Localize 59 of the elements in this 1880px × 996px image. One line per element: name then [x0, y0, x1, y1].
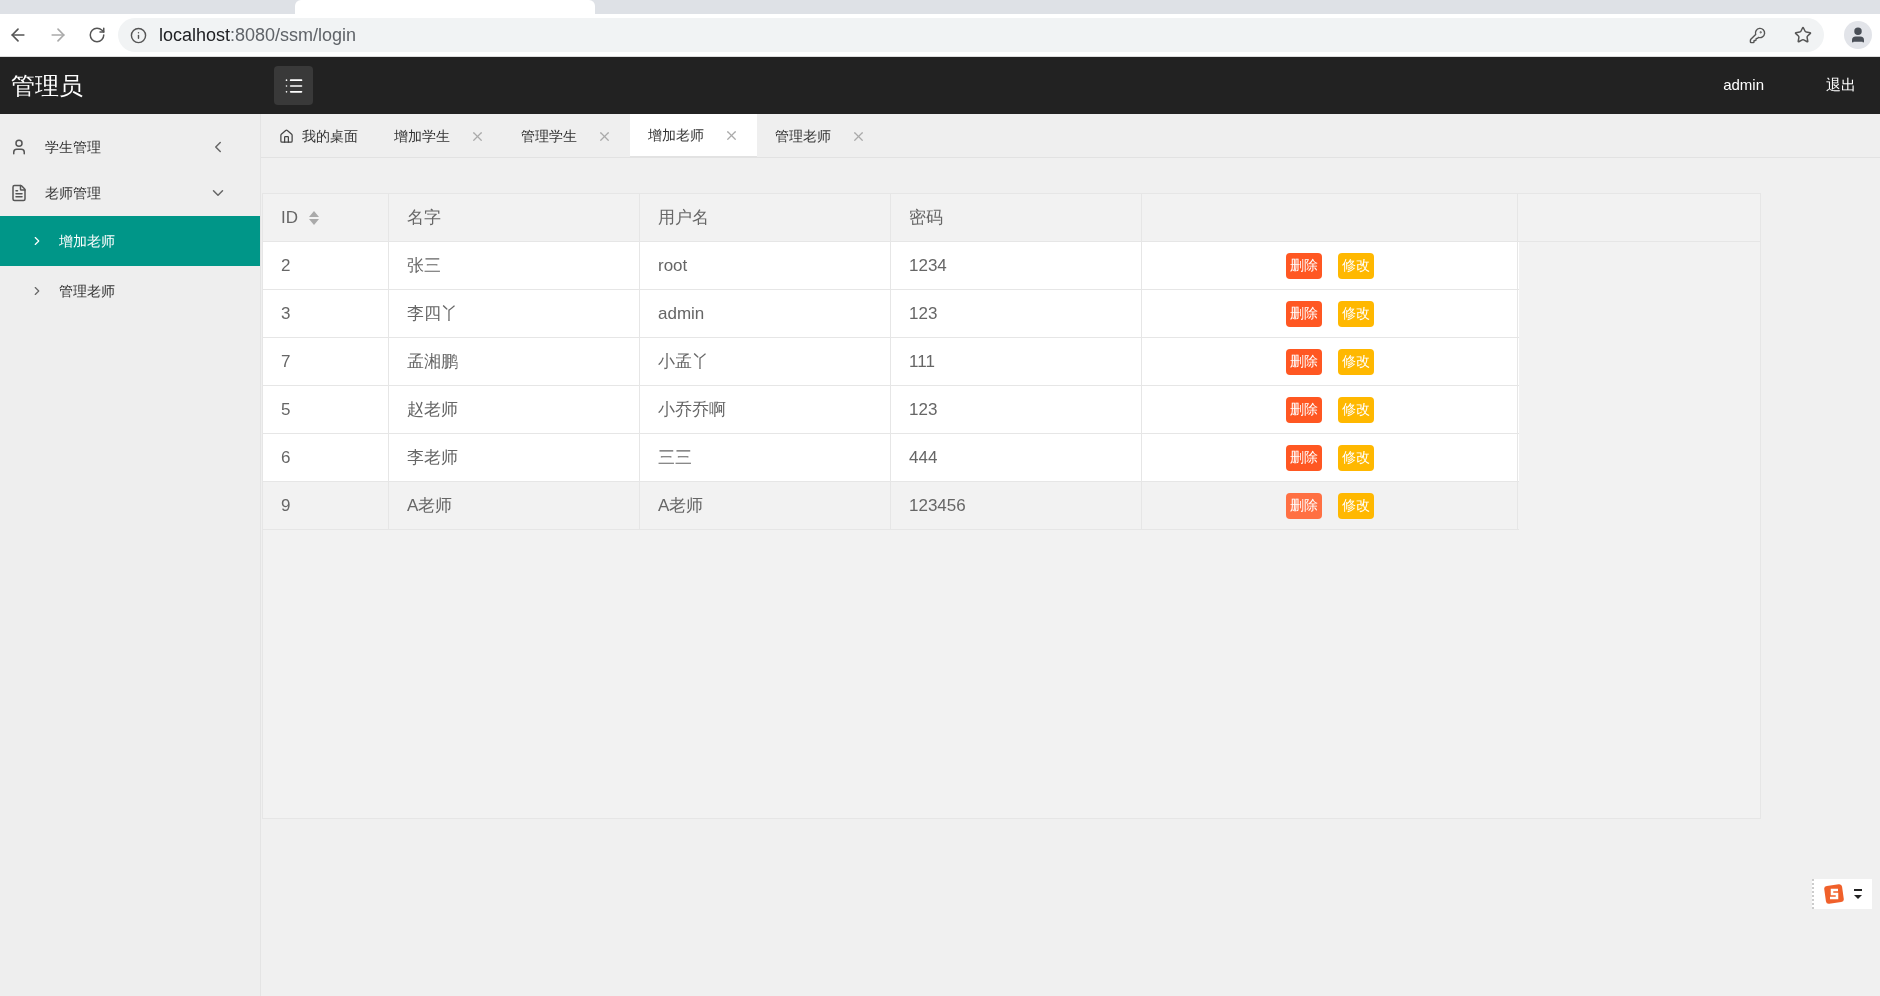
- menu-toggle-button[interactable]: [274, 66, 313, 105]
- key-icon[interactable]: [1749, 26, 1766, 44]
- table-cell: 2: [263, 242, 389, 289]
- app-title: 管理员: [11, 70, 84, 101]
- user-icon: [10, 138, 28, 156]
- delete-button[interactable]: 删除: [1285, 300, 1322, 327]
- page-tab[interactable]: 增加学生: [376, 114, 503, 158]
- url-text: localhost:8080/ssm/login: [159, 23, 357, 47]
- table-cell: 李四丫: [389, 290, 640, 337]
- column-header: 密码: [891, 194, 1142, 241]
- column-header[interactable]: ID: [263, 194, 389, 241]
- table-cell: 张三: [389, 242, 640, 289]
- sidebar-subitem[interactable]: 增加老师: [0, 216, 260, 266]
- table-cell: 三三: [640, 434, 891, 481]
- table-cell: root: [640, 242, 891, 289]
- table-cell: 5: [263, 386, 389, 433]
- delete-button[interactable]: 删除: [1285, 492, 1322, 519]
- delete-button[interactable]: 删除: [1285, 252, 1322, 279]
- profile-avatar[interactable]: [1844, 21, 1872, 49]
- document-icon: [10, 184, 28, 202]
- delete-button[interactable]: 删除: [1285, 348, 1322, 375]
- star-icon[interactable]: [1794, 26, 1812, 44]
- reload-icon[interactable]: [88, 26, 106, 44]
- table-cell: 6: [263, 434, 389, 481]
- table-cell: 123: [891, 290, 1142, 337]
- sidebar-item[interactable]: 学生管理: [0, 124, 260, 170]
- table-cell: 1234: [891, 242, 1142, 289]
- table-cell: 赵老师: [389, 386, 640, 433]
- table-cell: 3: [263, 290, 389, 337]
- column-header: 名字: [389, 194, 640, 241]
- table-cell: A老师: [640, 482, 891, 529]
- table-cell: admin: [640, 290, 891, 337]
- table-cell: 123456: [891, 482, 1142, 529]
- table-cell: 123: [891, 386, 1142, 433]
- page-tab[interactable]: 管理老师: [757, 114, 884, 158]
- logout-link[interactable]: 退出: [1826, 74, 1856, 97]
- table-cell: 小孟丫: [640, 338, 891, 385]
- table-cell: 李老师: [389, 434, 640, 481]
- column-header: 用户名: [640, 194, 891, 241]
- table-cell: 9: [263, 482, 389, 529]
- sidebar-subitem[interactable]: 管理老师: [0, 266, 260, 316]
- table-cell: 7: [263, 338, 389, 385]
- page-tab[interactable]: 增加老师: [630, 114, 757, 158]
- sidebar-item[interactable]: 老师管理: [0, 170, 260, 216]
- table-cell: 111: [891, 338, 1142, 385]
- table-cell: 444: [891, 434, 1142, 481]
- page-tab[interactable]: 管理学生: [503, 114, 630, 158]
- table-cell: 小乔乔啊: [640, 386, 891, 433]
- ime-logo-icon: [1824, 884, 1844, 904]
- dropdown-arrows-icon[interactable]: [1854, 887, 1862, 901]
- page-tab[interactable]: 我的桌面: [261, 114, 376, 158]
- delete-button[interactable]: 删除: [1285, 396, 1322, 423]
- delete-button[interactable]: 删除: [1285, 444, 1322, 471]
- address-bar[interactable]: localhost:8080/ssm/login: [118, 18, 1824, 52]
- username-link[interactable]: admin: [1723, 74, 1764, 97]
- info-icon[interactable]: [130, 26, 147, 44]
- home-icon: [279, 128, 294, 144]
- table-cell: A老师: [389, 482, 640, 529]
- table-cell: 孟湘鹏: [389, 338, 640, 385]
